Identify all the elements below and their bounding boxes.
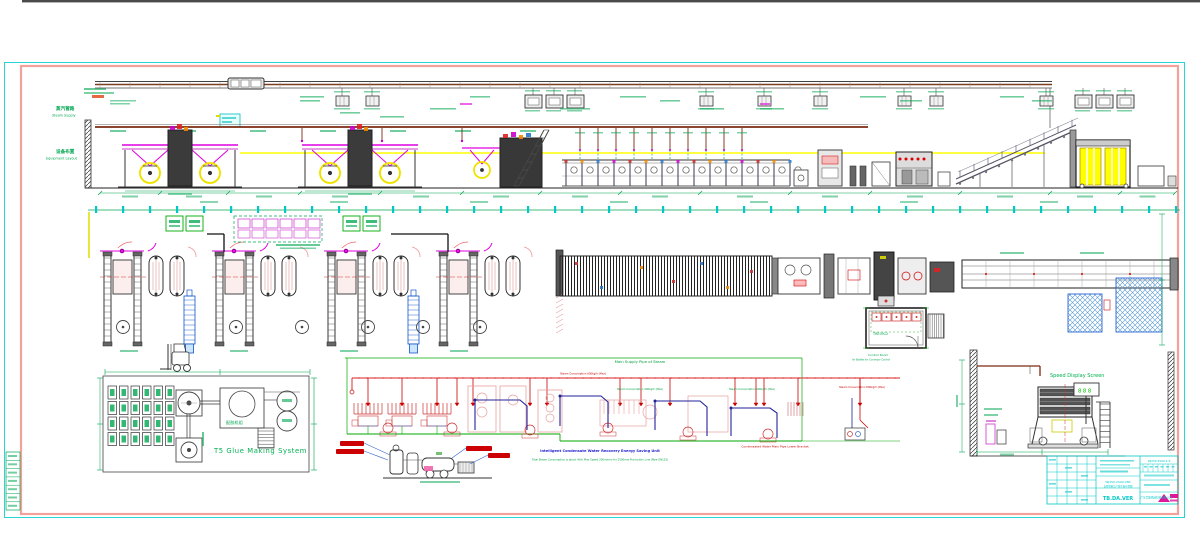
roll-stand-plan: [212, 242, 308, 346]
steam-supply-label-right: Steam Consumption 800kg/h (Max): [839, 385, 885, 389]
control-room: [863, 296, 944, 348]
preheater-run: [562, 160, 801, 186]
section-label-equipment-layout: 设备布置: [56, 148, 75, 155]
glue-tank-label: 配胶机组: [226, 419, 243, 426]
mill-roll-stand: [118, 124, 242, 195]
control-room-code: TRE0912: [872, 332, 888, 336]
titleblock-code: TB.DA.VER: [1103, 496, 1133, 502]
mill-roll-stand: [298, 124, 422, 195]
speed-display-detail: [956, 350, 1174, 456]
plan-view: [88, 206, 1180, 353]
margin-annotations: [84, 88, 136, 105]
steam-supply-label-left: Steam Consumption 600kg/h (Max): [560, 372, 606, 376]
speed-display-title: Speed Display Screen: [1050, 373, 1104, 379]
speed-display-value: 888: [1078, 389, 1093, 395]
cad-drawing-screenshot: 蒸汽管路 Steam Supply 设备布置 Equipment Layout …: [0, 0, 1200, 557]
roll-stand-plan: [100, 242, 196, 346]
single-facer: [462, 130, 549, 187]
section-label-steam-supply: 蒸汽管路: [56, 105, 75, 112]
roll-stand-plan: [324, 242, 420, 346]
titleblock-drawing-name: 瓦楞纸板生产线平面布置图: [1104, 484, 1133, 488]
revision-strip: [6, 452, 20, 510]
roll-stand-plan: [436, 242, 532, 346]
control-panel-zone: [234, 216, 322, 249]
titleblock-company: 广东华联机械科技有限公司: [1140, 496, 1172, 500]
control-room-label: Control Room: [868, 353, 888, 357]
glue-system-title: T5 Glue Making System: [213, 447, 307, 455]
steam-diagram-title: Main Supply Pipe of Steam: [615, 359, 666, 364]
steam-branch-label-1: Steam Consumption 400kg/h (Max): [617, 387, 663, 391]
condensate-pipe-label: Condensated Water Main Pipe Lower Bracke…: [741, 445, 809, 449]
stacker: [1070, 130, 1176, 188]
drawing-canvas: 蒸汽管路 Steam Supply 设备布置 Equipment Layout …: [0, 0, 1200, 557]
dry-end-machines: [794, 150, 950, 186]
linework-layer: [5, 0, 1200, 518]
elevation-view: [85, 78, 1178, 203]
control-room-sublabel: Air Bottles for Conveyor Control: [852, 359, 890, 362]
condensate-recovery-unit: [336, 441, 510, 483]
steam-branch-label-2: Steam Consumption 400kg/h (Max): [729, 387, 775, 391]
steam-piping-diagram: [336, 358, 900, 483]
condensate-system-title: Intelligent Condensate Water Recovery En…: [540, 449, 660, 453]
glue-machine-plan: [778, 252, 954, 300]
bridge-storage-plan: [560, 256, 778, 296]
titleblock-doc-no: WJ250-2500-2-P: [1148, 459, 1171, 463]
section-sublabel-equipment-layout: Equipment Layout: [46, 157, 78, 161]
elevation-dimensions: [98, 191, 1177, 203]
titleblock-model: WJ250-2500-V6R: [1105, 480, 1130, 484]
steam-diagram-note: Total Steam Consumption is about 4t/h, M…: [532, 458, 668, 462]
section-sublabel-steam-supply: Steam Supply: [52, 114, 76, 118]
